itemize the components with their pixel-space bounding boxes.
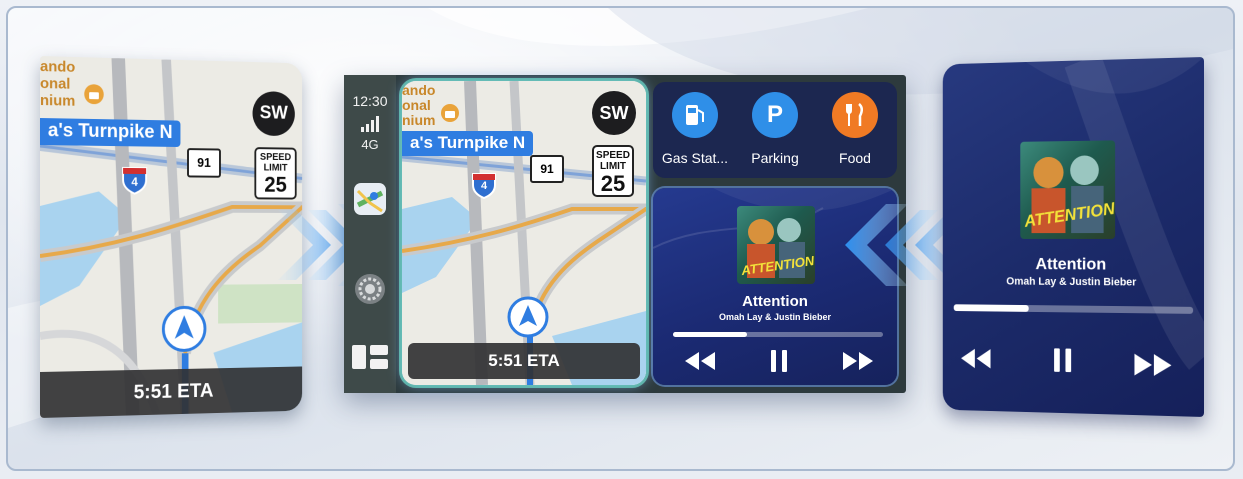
navigation-arrow-icon — [160, 304, 207, 354]
left-map-panel[interactable]: ando onal nium a's Turnpike N SW 91 SPEE… — [40, 56, 303, 418]
rewind-icon[interactable] — [959, 347, 992, 371]
route-shield: 91 — [530, 155, 564, 183]
navigation-arrow-icon — [507, 296, 549, 338]
status-sidebar: 12:30 4G — [344, 75, 396, 393]
shopping-bag-icon — [84, 84, 104, 105]
pause-icon[interactable] — [769, 348, 789, 374]
food-button[interactable]: Food — [815, 92, 895, 166]
fork-knife-icon — [832, 92, 878, 138]
car-display: 12:30 4G ando onal nium a's Turnpike N S… — [344, 75, 906, 393]
clock: 12:30 — [352, 93, 388, 109]
street-name-label: a's Turnpike N — [402, 131, 534, 156]
network-type: 4G — [361, 137, 379, 152]
compass-badge[interactable]: SW — [252, 91, 295, 137]
speed-limit-sign: SPEED LIMIT 25 — [254, 147, 297, 200]
song-artist: Omah Lay & Justin Bieber — [1006, 275, 1137, 289]
progress-fill — [953, 304, 1029, 312]
fast-forward-icon[interactable] — [1133, 352, 1174, 379]
album-art: ATTENTION — [737, 206, 815, 284]
route-shield: 91 — [187, 148, 221, 178]
center-map-panel[interactable]: ando onal nium a's Turnpike N SW 91 SPEE… — [402, 81, 646, 385]
interstate-number: 4 — [480, 180, 488, 192]
poi-quick-actions: Gas Stat... P Parking Food — [653, 82, 897, 178]
shopping-bag-icon — [441, 104, 459, 122]
song-artist: Omah Lay & Justin Bieber — [718, 312, 832, 322]
eta-bar[interactable]: 5:51 ETA — [40, 366, 303, 418]
song-title: Attention — [742, 293, 808, 310]
poi-label: ando onal nium — [40, 58, 76, 110]
gas-station-button[interactable]: Gas Stat... — [655, 92, 735, 166]
right-player-panel: ATTENTION Attention Omah Lay & Justin Bi… — [942, 57, 1204, 417]
progress-fill — [673, 332, 747, 337]
parking-icon: P — [752, 92, 798, 138]
eta-bar[interactable]: 5:51 ETA — [408, 343, 640, 379]
speed-limit-sign: SPEED LIMIT 25 — [592, 145, 634, 197]
gas-pump-icon — [672, 92, 718, 138]
song-title: Attention — [1035, 254, 1107, 274]
dashboard-grid-icon[interactable] — [352, 345, 388, 369]
settings-gear-icon[interactable] — [354, 273, 386, 305]
poi-label: ando onal nium — [402, 82, 436, 128]
signal-bars-icon — [361, 116, 379, 132]
playback-progress[interactable] — [673, 332, 883, 337]
street-name-label: a's Turnpike N — [40, 118, 181, 148]
maps-app-icon[interactable] — [354, 183, 386, 215]
rewind-icon[interactable] — [683, 350, 717, 372]
interstate-number: 4 — [131, 174, 138, 189]
compass-badge[interactable]: SW — [592, 91, 636, 135]
pause-icon[interactable] — [1052, 346, 1073, 374]
album-art: ATTENTION — [1020, 140, 1116, 239]
fast-forward-icon[interactable] — [841, 350, 875, 372]
parking-button[interactable]: P Parking — [735, 92, 815, 166]
